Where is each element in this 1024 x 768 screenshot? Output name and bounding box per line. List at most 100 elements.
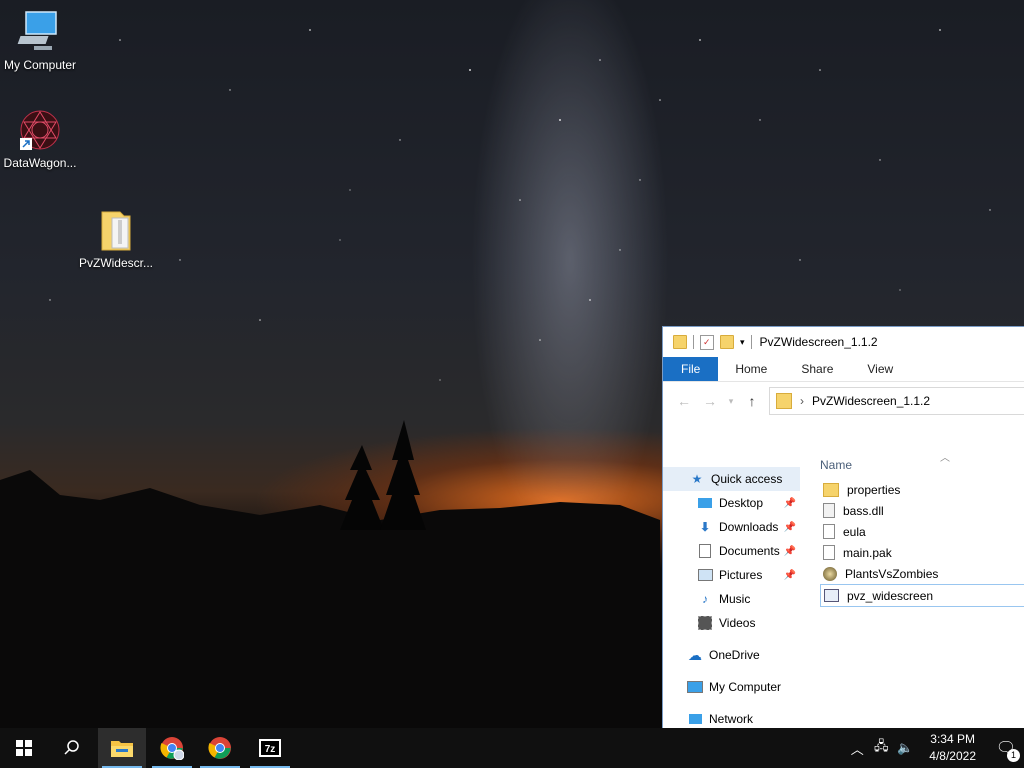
folder-icon bbox=[673, 335, 687, 349]
navigation-pane[interactable]: ★ Quick access Desktop 📌 ⬇ Downloads 📌 D… bbox=[663, 451, 800, 729]
windows-logo-icon bbox=[16, 740, 32, 756]
nav-label: Pictures bbox=[719, 568, 763, 582]
file-row[interactable]: bass.dll bbox=[820, 500, 1024, 521]
7zip-icon: 7z bbox=[259, 739, 281, 757]
file-row[interactable]: properties bbox=[820, 479, 1024, 500]
sort-up-chevron-icon: ︿ bbox=[940, 453, 950, 464]
nav-label: Quick access bbox=[711, 472, 783, 486]
separator bbox=[693, 335, 694, 349]
taskbar-file-explorer[interactable] bbox=[98, 728, 146, 768]
nav-label: Videos bbox=[719, 616, 756, 630]
action-center-button[interactable]: 🗨 1 bbox=[988, 738, 1024, 762]
nav-item-onedrive[interactable]: ☁ OneDrive bbox=[663, 643, 800, 667]
network-icon[interactable]: 🖧 bbox=[869, 737, 893, 759]
notification-count-badge: 1 bbox=[1007, 749, 1020, 762]
film-icon bbox=[697, 616, 713, 630]
nav-item-videos[interactable]: Videos bbox=[663, 611, 800, 635]
desktop-icon-label: DataWagon... bbox=[3, 156, 77, 170]
window-title: PvZWidescreen_1.1.2 bbox=[759, 335, 878, 349]
breadcrumb[interactable]: PvZWidescreen_1.1.2 bbox=[812, 394, 930, 408]
nav-label: Desktop bbox=[719, 496, 764, 510]
application-icon bbox=[824, 589, 839, 602]
clock[interactable]: 3:34 PM 4/8/2022 bbox=[917, 731, 988, 765]
desktop-icon-my-computer[interactable]: My Computer bbox=[0, 10, 80, 72]
taskbar: 7z ︿ 🖧 🔈 3:34 PM 4/8/2022 🗨 1 bbox=[0, 728, 1024, 768]
column-header-label: Name bbox=[820, 458, 853, 472]
pictures-icon bbox=[697, 568, 713, 582]
tab-file[interactable]: File bbox=[663, 357, 719, 381]
text-file-icon bbox=[823, 524, 835, 539]
file-icon bbox=[823, 545, 835, 560]
column-header-name[interactable]: Name ︿ bbox=[820, 451, 1024, 479]
nav-item-quick-access[interactable]: ★ Quick access bbox=[663, 467, 800, 491]
breadcrumb-chevron-icon[interactable]: › bbox=[800, 394, 804, 408]
file-list-pane[interactable]: Name ︿ properties bass.dll eula main.pak bbox=[800, 451, 1024, 729]
system-tray: ︿ 🖧 🔈 3:34 PM 4/8/2022 🗨 1 bbox=[845, 728, 1024, 768]
star-icon: ★ bbox=[691, 472, 703, 486]
show-hidden-icons-chevron-icon[interactable]: ︿ bbox=[845, 739, 869, 758]
pin-icon[interactable]: 📌 bbox=[784, 546, 796, 557]
file-row[interactable]: eula bbox=[820, 521, 1024, 542]
nav-item-my-computer[interactable]: My Computer bbox=[663, 675, 800, 699]
nav-label: Network bbox=[709, 712, 754, 726]
nav-item-music[interactable]: ♪ Music bbox=[663, 587, 800, 611]
search-button[interactable] bbox=[48, 728, 96, 768]
taskbar-chrome[interactable] bbox=[196, 728, 244, 768]
file-explorer-window[interactable]: ✓ ▾ PvZWidescreen_1.1.2 File Home Share … bbox=[662, 326, 1024, 729]
recent-chevron-icon[interactable]: ▾ bbox=[727, 396, 735, 407]
forward-arrow-icon[interactable]: → bbox=[701, 393, 719, 409]
content-panes: ★ Quick access Desktop 📌 ⬇ Downloads 📌 D… bbox=[663, 451, 1024, 729]
file-explorer-icon bbox=[111, 741, 133, 757]
file-row[interactable]: PlantsVsZombies bbox=[820, 563, 1024, 584]
properties-icon[interactable]: ✓ bbox=[700, 334, 714, 350]
nav-item-documents[interactable]: Documents 📌 bbox=[663, 539, 800, 563]
nav-label: Downloads bbox=[719, 520, 779, 534]
tab-share[interactable]: Share bbox=[784, 357, 850, 381]
chevron-down-icon[interactable]: ▾ bbox=[740, 337, 745, 348]
taskbar-chrome-profile[interactable] bbox=[148, 728, 196, 768]
pin-icon[interactable]: 📌 bbox=[784, 522, 796, 533]
file-row-selected[interactable]: pvz_widescreen bbox=[820, 584, 1024, 607]
pin-icon[interactable]: 📌 bbox=[784, 570, 796, 581]
folder-icon bbox=[776, 393, 792, 409]
nav-item-downloads[interactable]: ⬇ Downloads 📌 bbox=[663, 515, 800, 539]
nav-item-network[interactable]: Network bbox=[663, 707, 800, 729]
up-arrow-icon[interactable]: ↑ bbox=[743, 393, 761, 409]
taskbar-7zip[interactable]: 7z bbox=[246, 728, 294, 768]
chrome-icon bbox=[208, 737, 231, 759]
nav-item-desktop[interactable]: Desktop 📌 bbox=[663, 491, 800, 515]
file-name: pvz_widescreen bbox=[847, 588, 934, 603]
zip-folder-icon bbox=[92, 208, 140, 252]
dll-file-icon bbox=[823, 503, 835, 518]
cloud-icon: ☁ bbox=[688, 646, 702, 663]
start-button[interactable] bbox=[0, 728, 48, 768]
new-folder-icon[interactable] bbox=[720, 335, 734, 349]
file-row[interactable]: main.pak bbox=[820, 542, 1024, 563]
nav-label: OneDrive bbox=[709, 648, 760, 662]
tab-home[interactable]: Home bbox=[718, 357, 784, 381]
volume-icon[interactable]: 🔈 bbox=[893, 740, 917, 756]
search-icon bbox=[64, 740, 79, 755]
desktop-icon bbox=[697, 496, 713, 510]
music-note-icon: ♪ bbox=[702, 592, 708, 606]
plants-vs-zombies-icon bbox=[823, 566, 837, 581]
desktop-icon-label: My Computer bbox=[3, 58, 77, 72]
file-name: PlantsVsZombies bbox=[845, 566, 939, 581]
nav-item-pictures[interactable]: Pictures 📌 bbox=[663, 563, 800, 587]
address-bar[interactable]: › PvZWidescreen_1.1.2 bbox=[769, 387, 1024, 415]
file-name: main.pak bbox=[843, 545, 892, 560]
nav-label: Music bbox=[719, 592, 751, 606]
ribbon-tabs: File Home Share View bbox=[663, 357, 1024, 382]
download-arrow-icon: ⬇ bbox=[699, 520, 711, 534]
desktop-icon-datawagon[interactable]: DataWagon... bbox=[0, 108, 80, 170]
desktop-icon-pvzwidescreen[interactable]: PvZWidescr... bbox=[76, 208, 156, 270]
desktop-icon-label: PvZWidescr... bbox=[78, 256, 153, 270]
file-name: eula bbox=[843, 524, 866, 539]
computer-icon bbox=[16, 10, 64, 54]
clock-date: 4/8/2022 bbox=[929, 749, 976, 763]
back-arrow-icon[interactable]: ← bbox=[675, 393, 693, 409]
tab-view[interactable]: View bbox=[850, 357, 910, 381]
pin-icon[interactable]: 📌 bbox=[784, 498, 796, 509]
title-bar[interactable]: ✓ ▾ PvZWidescreen_1.1.2 bbox=[663, 327, 1024, 357]
datawagon-icon bbox=[16, 108, 64, 152]
